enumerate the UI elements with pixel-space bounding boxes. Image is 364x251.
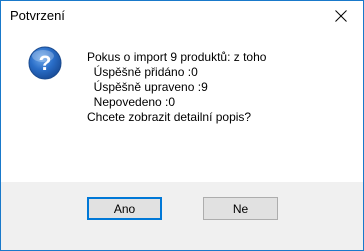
button-bar: Ano Ne (1, 182, 363, 250)
title-bar: Potvrzení (1, 1, 363, 31)
message-line: Chcete zobrazit detailní popis? (87, 110, 252, 124)
message-line: Úspěšně upraveno :9 (87, 80, 208, 94)
no-button[interactable]: Ne (203, 197, 278, 220)
yes-button[interactable]: Ano (87, 197, 162, 220)
question-icon: ? (28, 46, 62, 80)
window-title: Potvrzení (10, 8, 65, 23)
message-line: Nepovedeno :0 (87, 95, 176, 109)
message-line: Úspěšně přidáno :0 (87, 65, 198, 79)
close-icon (335, 10, 347, 22)
dialog-message: Pokus o import 9 produktů: z toho Úspěšn… (87, 50, 266, 125)
svg-text:?: ? (39, 52, 52, 75)
message-line: Pokus o import 9 produktů: z toho (87, 50, 267, 64)
close-button[interactable] (319, 1, 363, 31)
confirmation-dialog: Potvrzení ? Pokus o import 9 produktů: z… (0, 0, 364, 251)
